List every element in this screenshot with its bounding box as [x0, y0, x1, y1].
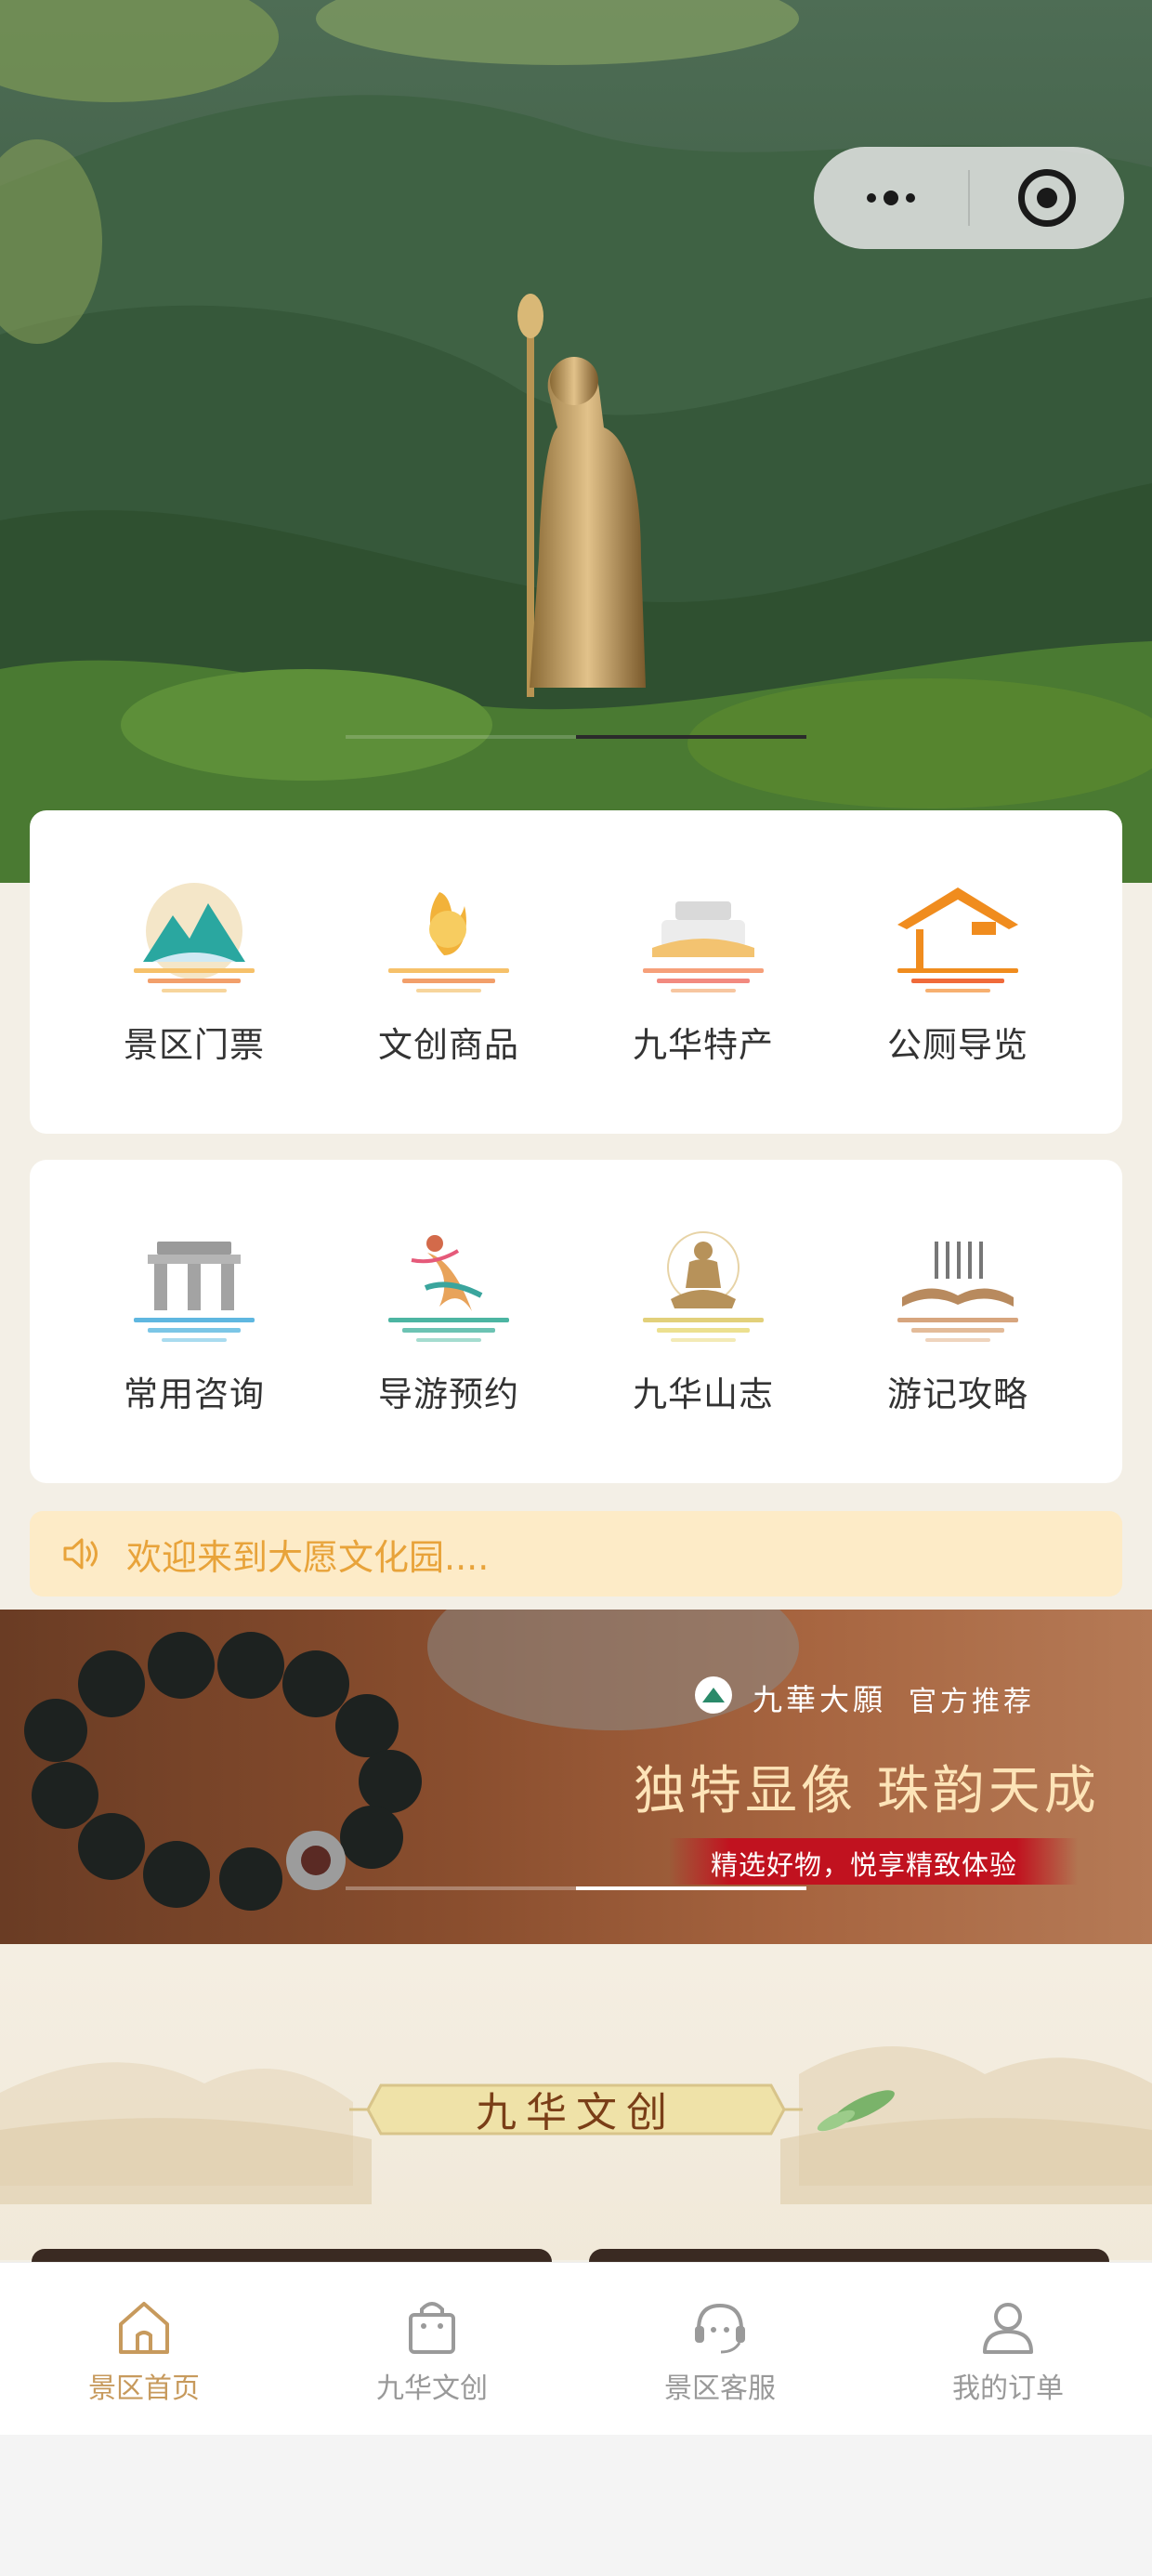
grid-item-local-specialty[interactable]: 九华特产	[601, 810, 805, 1134]
grid-label: 文创商品	[378, 1025, 519, 1065]
home-icon	[119, 2302, 169, 2354]
cultural-product-icon	[388, 892, 509, 992]
grid-label: 景区门票	[124, 1025, 265, 1065]
tab-label: 我的订单	[952, 2372, 1064, 2405]
section-title: 九华文创	[476, 2089, 676, 2136]
announcement-text: 欢迎来到大愿文化园....	[126, 1536, 490, 1578]
mini-program-capsule	[814, 147, 1124, 249]
product-banner[interactable]: 九華大願 官方推荐 独特显像 珠韵天成 精选好物，悦享精致体验	[0, 1610, 1152, 1944]
tab-orders[interactable]: 我的订单	[864, 2263, 1152, 2435]
hero-carousel-indicator	[576, 735, 806, 739]
tab-home[interactable]: 景区首页	[0, 2263, 288, 2435]
grid-item-guide-booking[interactable]: 导游预约	[347, 1160, 551, 1483]
grid-item-cultural-product[interactable]: 文创商品	[347, 810, 551, 1134]
toilet-guide-icon	[897, 887, 1018, 992]
scenic-ticket-icon	[134, 883, 255, 992]
tab-label: 景区客服	[664, 2372, 776, 2405]
tab-label: 九华文创	[376, 2372, 488, 2405]
consult-icon	[134, 1242, 255, 1342]
grid-item-scenic-ticket[interactable]: 景区门票	[92, 810, 296, 1134]
customer-service-icon	[695, 2303, 745, 2354]
banner-brand: 九華大願	[753, 1682, 887, 1717]
hero-banner[interactable]	[0, 0, 1152, 883]
travel-notes-icon	[897, 1242, 1018, 1342]
local-specialty-icon	[643, 901, 764, 992]
grid-item-travel-notes[interactable]: 游记攻略	[856, 1160, 1060, 1483]
section-title-plate: 九华文创	[349, 2056, 803, 2162]
user-icon	[983, 2303, 1033, 2354]
tab-service[interactable]: 景区客服	[576, 2263, 864, 2435]
announcement-bar[interactable]: 欢迎来到大愿文化园....	[30, 1511, 1122, 1597]
grid-label: 导游预约	[378, 1374, 519, 1414]
banner-tagline: 精选好物，悦享精致体验	[711, 1849, 1018, 1881]
page: 景区门票 文创商品 九华特产 公厕导览 常用咨询 导游预约 九华山志 游记攻略 …	[0, 0, 1152, 2435]
shopping-bag-icon	[409, 2302, 455, 2354]
hero-landscape-image	[0, 0, 1152, 883]
bottom-tab-bar: 景区首页 九华文创 景区客服 我的订单	[0, 2262, 1152, 2435]
service-grid-row2: 常用咨询 导游预约 九华山志 游记攻略	[30, 1160, 1122, 1483]
grid-label: 九华山志	[633, 1374, 774, 1414]
banner-slogan: 独特显像 珠韵天成	[634, 1761, 1100, 1821]
section-header: 九华文创	[0, 1944, 1152, 2260]
service-grid-row1: 景区门票 文创商品 九华特产 公厕导览	[30, 810, 1122, 1134]
tab-label: 景区首页	[88, 2372, 200, 2405]
grid-item-mountain-chronicle[interactable]: 九华山志	[601, 1160, 805, 1483]
grid-item-toilet-guide[interactable]: 公厕导览	[856, 810, 1060, 1134]
more-dots-icon[interactable]	[814, 147, 968, 249]
grid-label: 九华特产	[633, 1025, 774, 1065]
banner-carousel-indicator	[576, 1886, 806, 1890]
grid-label: 公厕导览	[887, 1025, 1028, 1065]
tab-cultural[interactable]: 九华文创	[288, 2263, 576, 2435]
speaker-icon	[63, 1538, 98, 1570]
target-circle-icon[interactable]	[970, 147, 1124, 249]
guide-booking-icon	[388, 1235, 509, 1342]
grid-item-consult[interactable]: 常用咨询	[92, 1160, 296, 1483]
banner-recommend: 官方推荐	[909, 1686, 1035, 1718]
mountain-chronicle-icon	[643, 1231, 764, 1342]
grid-label: 游记攻略	[887, 1374, 1028, 1414]
grid-label: 常用咨询	[124, 1374, 265, 1414]
